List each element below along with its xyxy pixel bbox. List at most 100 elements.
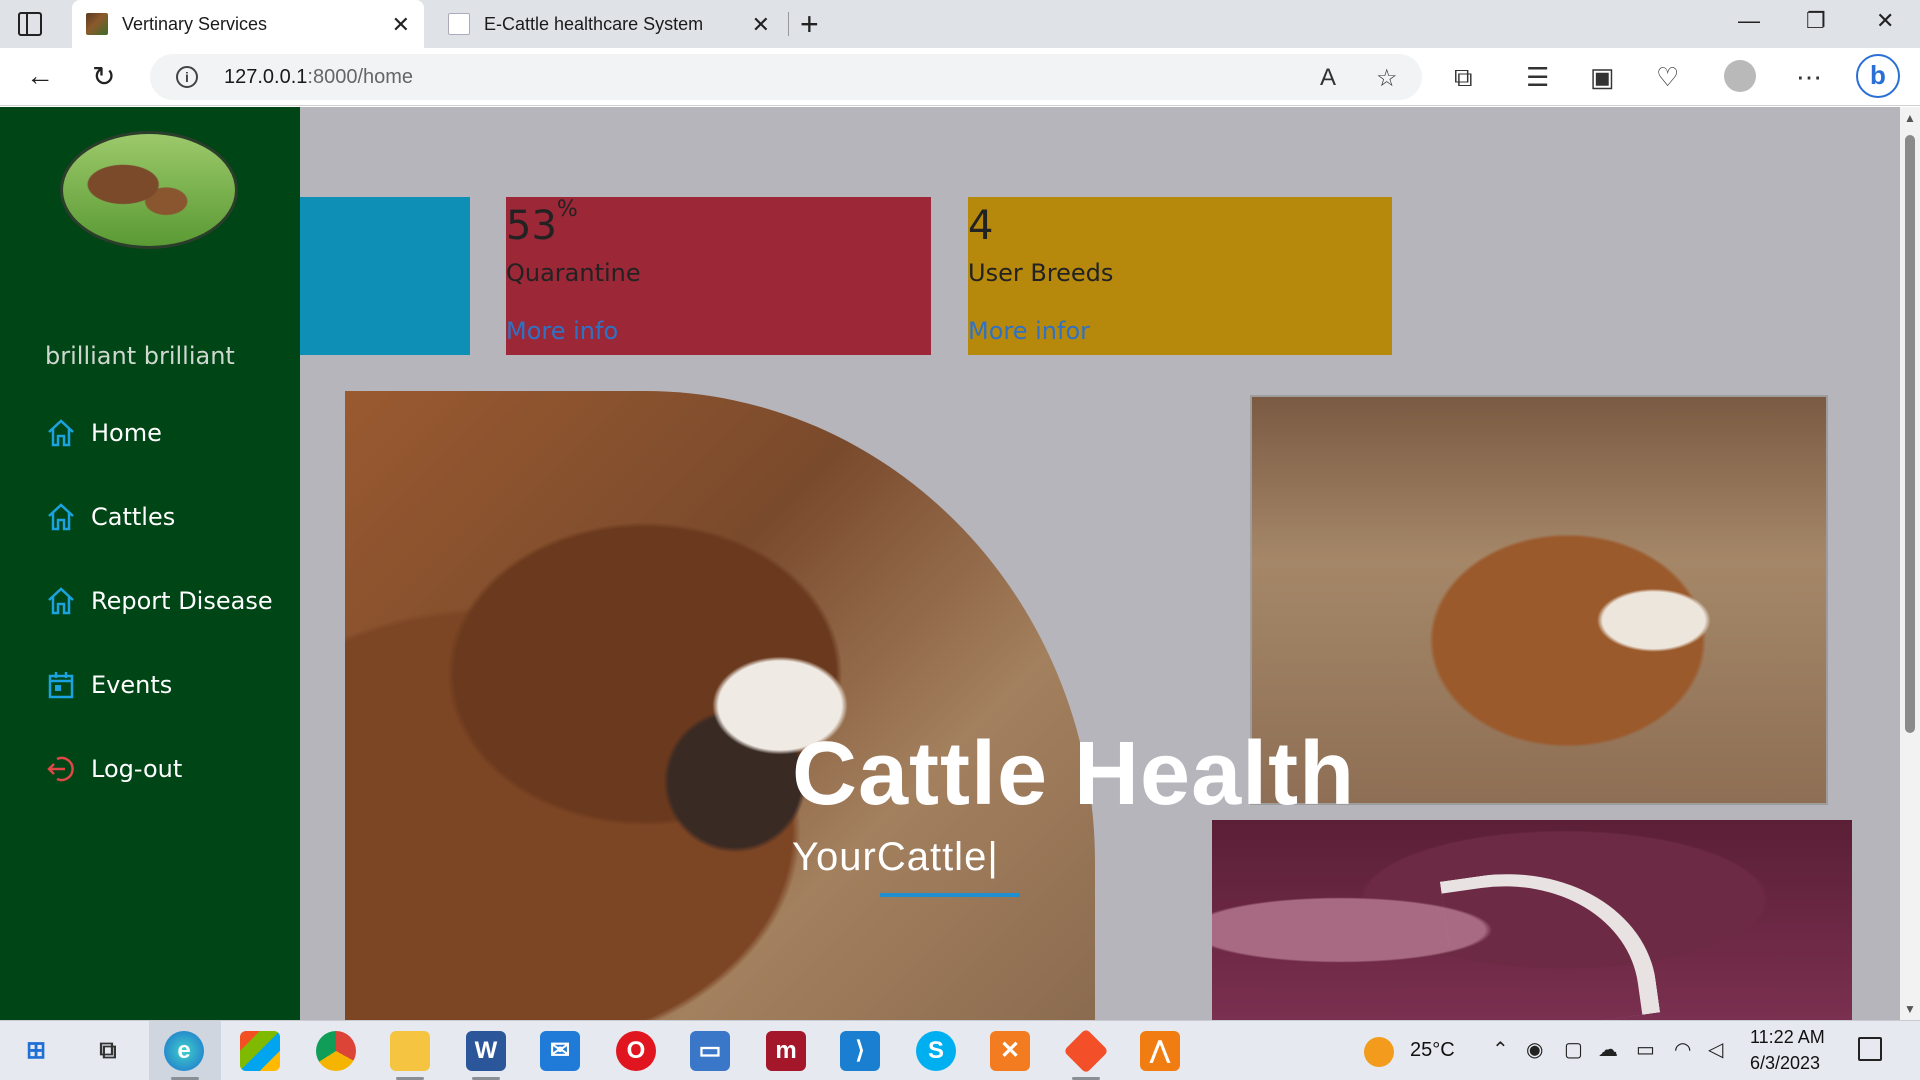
- tab-divider: [788, 12, 789, 36]
- mail-icon[interactable]: ✉: [540, 1031, 580, 1071]
- vertical-scrollbar[interactable]: ▲ ▼: [1900, 107, 1920, 1020]
- opera-icon[interactable]: O: [616, 1031, 656, 1071]
- sidebar-item-label: Home: [91, 419, 162, 447]
- refresh-icon[interactable]: ↻: [92, 60, 115, 93]
- store-icon[interactable]: [240, 1031, 280, 1071]
- stat-value: 53%: [506, 197, 578, 249]
- favorites-icon[interactable]: ☰: [1526, 62, 1549, 93]
- stat-value: 4: [968, 203, 993, 249]
- profile-icon[interactable]: [1724, 60, 1756, 92]
- chrome-icon[interactable]: [316, 1031, 356, 1071]
- stat-unit: %: [556, 197, 578, 222]
- stat-number: 4: [968, 203, 994, 249]
- calendar-icon: [48, 672, 74, 699]
- skype-icon[interactable]: S: [916, 1031, 956, 1071]
- stat-card-blue: [300, 197, 470, 355]
- xampp-icon[interactable]: ✕: [990, 1031, 1030, 1071]
- url-path: :8000/home: [307, 66, 414, 88]
- meet-icon[interactable]: ▢: [1564, 1037, 1583, 1062]
- sidebar-item-label: Events: [91, 671, 173, 699]
- task-view-icon[interactable]: ⧉: [88, 1031, 128, 1071]
- url-host: 127.0.0.1: [224, 66, 308, 88]
- wifi-icon[interactable]: ◠: [1674, 1037, 1691, 1062]
- battery-icon[interactable]: ▭: [1636, 1037, 1655, 1062]
- tab-e-cattle[interactable]: E-Cattle healthcare System ✕: [434, 0, 784, 48]
- cattle-logo-image: [60, 131, 238, 249]
- windows-start-icon[interactable]: ⊞: [16, 1031, 56, 1071]
- tab-title: Vertinary Services: [122, 13, 268, 34]
- logout-icon: [47, 756, 74, 782]
- browser-tab-bar: Vertinary Services ✕ E-Cattle healthcare…: [0, 0, 1920, 48]
- close-tab-icon[interactable]: ✕: [392, 12, 410, 38]
- onedrive-icon[interactable]: ☁: [1598, 1037, 1618, 1062]
- scroll-up-icon[interactable]: ▲: [1904, 111, 1916, 125]
- hero-subtitle: YourCattle|: [792, 835, 999, 879]
- stat-label: Quarantine: [506, 259, 641, 287]
- extensions-icon[interactable]: ⧉: [1454, 62, 1473, 94]
- scroll-down-icon[interactable]: ▼: [1904, 1002, 1916, 1016]
- more-info-link[interactable]: More info: [506, 317, 618, 345]
- clock-date[interactable]: 6/3/2023: [1750, 1053, 1820, 1074]
- clock-time[interactable]: 11:22 AM: [1750, 1027, 1825, 1048]
- sidebar-item-logout[interactable]: Log-out: [45, 753, 182, 785]
- vscode-icon[interactable]: ⟩: [840, 1031, 880, 1071]
- chevron-up-icon[interactable]: ⌃: [1492, 1037, 1509, 1062]
- stat-card-quarantine: 53% Quarantine More info: [506, 197, 931, 355]
- file-explorer-icon[interactable]: [390, 1031, 430, 1071]
- stat-number: 53: [506, 203, 557, 249]
- word-icon[interactable]: W: [466, 1031, 506, 1071]
- sidebar-item-label: Cattles: [91, 503, 176, 531]
- minimize-icon[interactable]: —: [1738, 8, 1760, 34]
- hero-underline: [880, 893, 1020, 897]
- page-viewport: brilliant brilliant Home Cattles Report …: [0, 107, 1900, 1020]
- tab-vertinary-services[interactable]: Vertinary Services ✕: [72, 0, 424, 48]
- more-info-link[interactable]: More infor: [968, 317, 1090, 345]
- tab-favicon: [448, 13, 470, 35]
- sidebar-item-cattles[interactable]: Cattles: [45, 501, 175, 533]
- sidebar-item-home[interactable]: Home: [45, 417, 162, 449]
- volume-icon[interactable]: ◁: [1708, 1037, 1723, 1062]
- remote-desktop-icon[interactable]: ▭: [690, 1031, 730, 1071]
- home-icon: [48, 419, 74, 447]
- windows-taskbar: ⊞ ⧉ e W ✉ O ▭ m ⟩ S ✕ ⋀ 25°C ⌃ ◉ ▢ ☁ ▭ ◠…: [0, 1020, 1920, 1080]
- stat-label: User Breeds: [968, 259, 1114, 287]
- browser-essentials-icon[interactable]: ♡: [1656, 62, 1679, 93]
- favorite-add-icon[interactable]: ☆: [1376, 64, 1398, 93]
- site-info-icon[interactable]: i: [176, 66, 198, 88]
- address-toolbar: ← ↻ i 127.0.0.1:8000/home A ☆ ⧉ ☰ ▣ ♡ ⋯ …: [0, 48, 1920, 106]
- username-label: brilliant brilliant: [45, 342, 235, 370]
- sidebar-item-report-disease[interactable]: Report Disease: [45, 585, 273, 617]
- close-window-icon[interactable]: ✕: [1876, 8, 1894, 34]
- collections-icon[interactable]: ▣: [1590, 62, 1615, 93]
- weather-sun-icon[interactable]: [1364, 1037, 1394, 1067]
- close-tab-icon[interactable]: ✕: [752, 12, 770, 38]
- home-icon: [48, 503, 74, 531]
- address-bar[interactable]: i 127.0.0.1:8000/home A ☆: [150, 54, 1422, 100]
- edge-icon[interactable]: e: [164, 1031, 204, 1071]
- bing-icon[interactable]: b: [1856, 54, 1900, 98]
- back-arrow-icon[interactable]: ←: [26, 60, 54, 92]
- sidebar-toggle-icon[interactable]: [18, 12, 42, 36]
- read-aloud-icon[interactable]: A: [1320, 64, 1336, 92]
- app-icon[interactable]: ⋀: [1140, 1031, 1180, 1071]
- plus-icon[interactable]: +: [800, 6, 819, 43]
- hero-title: Cattle Health: [792, 724, 1356, 824]
- tab-title: E-Cattle healthcare System: [484, 13, 704, 34]
- sidebar-item-label: Report Disease: [91, 587, 273, 615]
- stat-card-user-breeds: 4 User Breeds More infor: [968, 197, 1392, 355]
- weather-temperature[interactable]: 25°C: [1410, 1039, 1455, 1062]
- more-icon[interactable]: ⋯: [1796, 62, 1822, 93]
- home-icon: [48, 587, 74, 615]
- scrollbar-thumb[interactable]: [1905, 135, 1915, 733]
- sidebar-item-events[interactable]: Events: [45, 669, 172, 701]
- record-icon[interactable]: ◉: [1526, 1037, 1543, 1062]
- tab-favicon: [86, 13, 108, 35]
- git-icon[interactable]: [1063, 1028, 1109, 1074]
- sidebar-item-label: Log-out: [91, 755, 183, 783]
- url-field[interactable]: 127.0.0.1:8000/home: [224, 66, 413, 89]
- restore-icon[interactable]: ❐: [1806, 8, 1826, 34]
- mendeley-icon[interactable]: m: [766, 1031, 806, 1071]
- notification-icon[interactable]: [1858, 1037, 1882, 1061]
- sidebar: brilliant brilliant Home Cattles Report …: [0, 107, 300, 1020]
- cattle-photo-main: [345, 391, 1095, 1020]
